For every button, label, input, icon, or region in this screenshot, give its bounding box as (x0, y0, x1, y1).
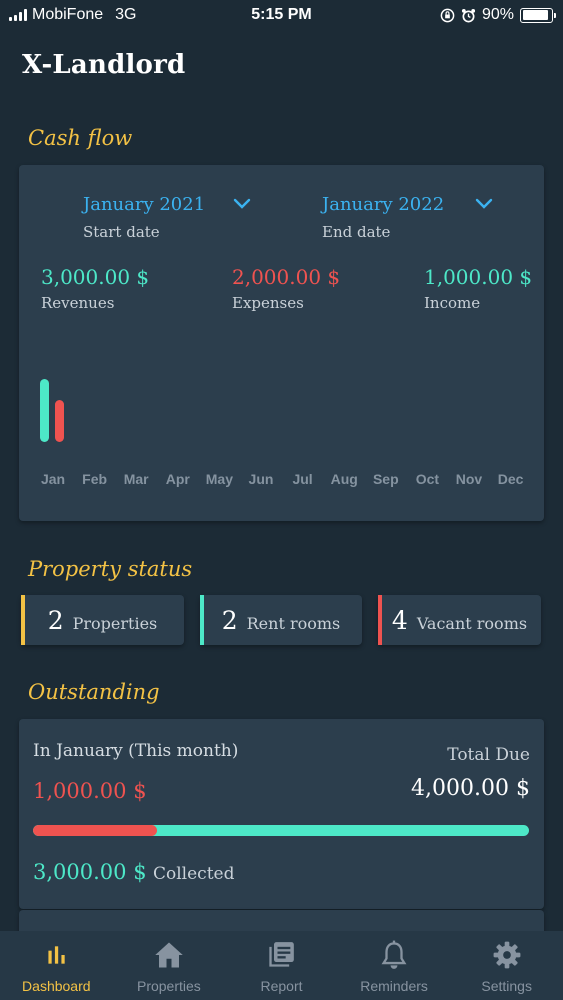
income-value: 1,000.00 $ (424, 265, 533, 289)
month-label-jun: Jun (248, 471, 274, 487)
month-label-mar: Mar (123, 471, 149, 487)
properties-card[interactable]: 2 Properties (21, 595, 184, 645)
outstanding-title: Outstanding (28, 680, 160, 704)
vacant-rooms-accent (378, 595, 382, 645)
outstanding-period: In January (This month) (33, 741, 239, 761)
outstanding-progress-fill (33, 825, 157, 836)
rent-rooms-accent (200, 595, 204, 645)
end-date-label: End date (322, 223, 391, 241)
outstanding-card[interactable]: In January (This month) Total Due 1,000.… (19, 719, 544, 909)
tab-settings[interactable]: Settings (450, 931, 563, 1000)
month-label-jul: Jul (292, 471, 313, 487)
cash-flow-title: Cash flow (28, 126, 133, 150)
report-icon (269, 942, 295, 967)
rent-rooms-label: Rent rooms (246, 613, 341, 633)
month-label-apr: Apr (165, 471, 190, 487)
tab-report[interactable]: Report (225, 931, 338, 1000)
expenses-metric: 2,000.00 $ Expenses (232, 265, 340, 312)
outstanding-amount: 1,000.00 $ (33, 779, 147, 803)
month-label-dec: Dec (497, 471, 524, 487)
tab-dashboard[interactable]: Dashboard (0, 931, 113, 1000)
revenues-metric: 3,000.00 $ Revenues (41, 265, 149, 312)
month-label-jan: Jan (40, 471, 66, 487)
properties-count: 2 (47, 605, 64, 635)
revenues-value: 3,000.00 $ (41, 265, 150, 289)
bar-jan-1 (55, 400, 64, 442)
collected-amount: 3,000.00 $ (33, 860, 147, 884)
month-label-sep: Sep (372, 471, 399, 487)
income-label: Income (424, 294, 481, 312)
tab-label: Dashboard (22, 978, 91, 994)
home-icon (155, 942, 183, 968)
tab-label: Report (260, 978, 303, 994)
total-due-amount: 4,000.00 $ (411, 776, 530, 801)
month-label-nov: Nov (455, 471, 483, 487)
properties-label: Properties (72, 613, 158, 633)
month-label-oct: Oct (415, 471, 440, 487)
tab-properties[interactable]: Properties (113, 931, 226, 1000)
expenses-value: 2,000.00 $ (232, 265, 341, 289)
battery-icon (520, 7, 556, 23)
start-date-value: January 2021 (83, 194, 206, 215)
start-date-label: Start date (83, 223, 160, 241)
properties-accent (21, 595, 25, 645)
tab-label: Settings (481, 978, 532, 994)
chevron-down-icon[interactable] (475, 198, 493, 210)
app-title: X-Landlord (22, 50, 186, 80)
cash-flow-card: January 2021 Start date January 2022 End… (19, 165, 544, 521)
month-label-may: May (205, 471, 233, 487)
end-date-value: January 2022 (322, 194, 445, 215)
bar-chart-icon (48, 946, 65, 964)
property-status-title: Property status (28, 557, 193, 581)
vacant-rooms-count: 4 (391, 605, 408, 635)
rent-rooms-count: 2 (221, 605, 238, 635)
chevron-down-icon[interactable] (233, 198, 251, 210)
gear-icon (493, 941, 521, 969)
month-label-feb: Feb (82, 471, 108, 487)
rotation-lock-icon (440, 8, 455, 22)
start-date-selector[interactable]: January 2021 Start date (83, 194, 205, 241)
bar-jan-0 (40, 379, 49, 442)
income-metric: 1,000.00 $ Income (424, 265, 532, 312)
end-date-selector[interactable]: January 2022 End date (322, 194, 444, 241)
rent-rooms-card[interactable]: 2 Rent rooms (200, 595, 362, 645)
bottom-tab-bar: Dashboard Properties Report Reminders Se… (0, 931, 563, 1000)
vacant-rooms-label: Vacant rooms (416, 613, 528, 633)
battery-percent: 90% (481, 6, 514, 23)
tab-reminders[interactable]: Reminders (338, 931, 451, 1000)
total-due-label: Total Due (447, 745, 530, 765)
alarm-icon (461, 8, 476, 22)
bell-icon (381, 940, 407, 969)
status-bar: MobiFone 3G 5:15 PM 90% (0, 0, 563, 30)
expenses-label: Expenses (232, 294, 304, 312)
tab-label: Reminders (360, 978, 428, 994)
tab-label: Properties (136, 978, 201, 994)
month-label-aug: Aug (330, 471, 358, 487)
vacant-rooms-card[interactable]: 4 Vacant rooms (378, 595, 541, 645)
collected-label: Collected (153, 864, 235, 884)
revenues-label: Revenues (41, 294, 115, 312)
collection-progress-bar (33, 825, 529, 836)
